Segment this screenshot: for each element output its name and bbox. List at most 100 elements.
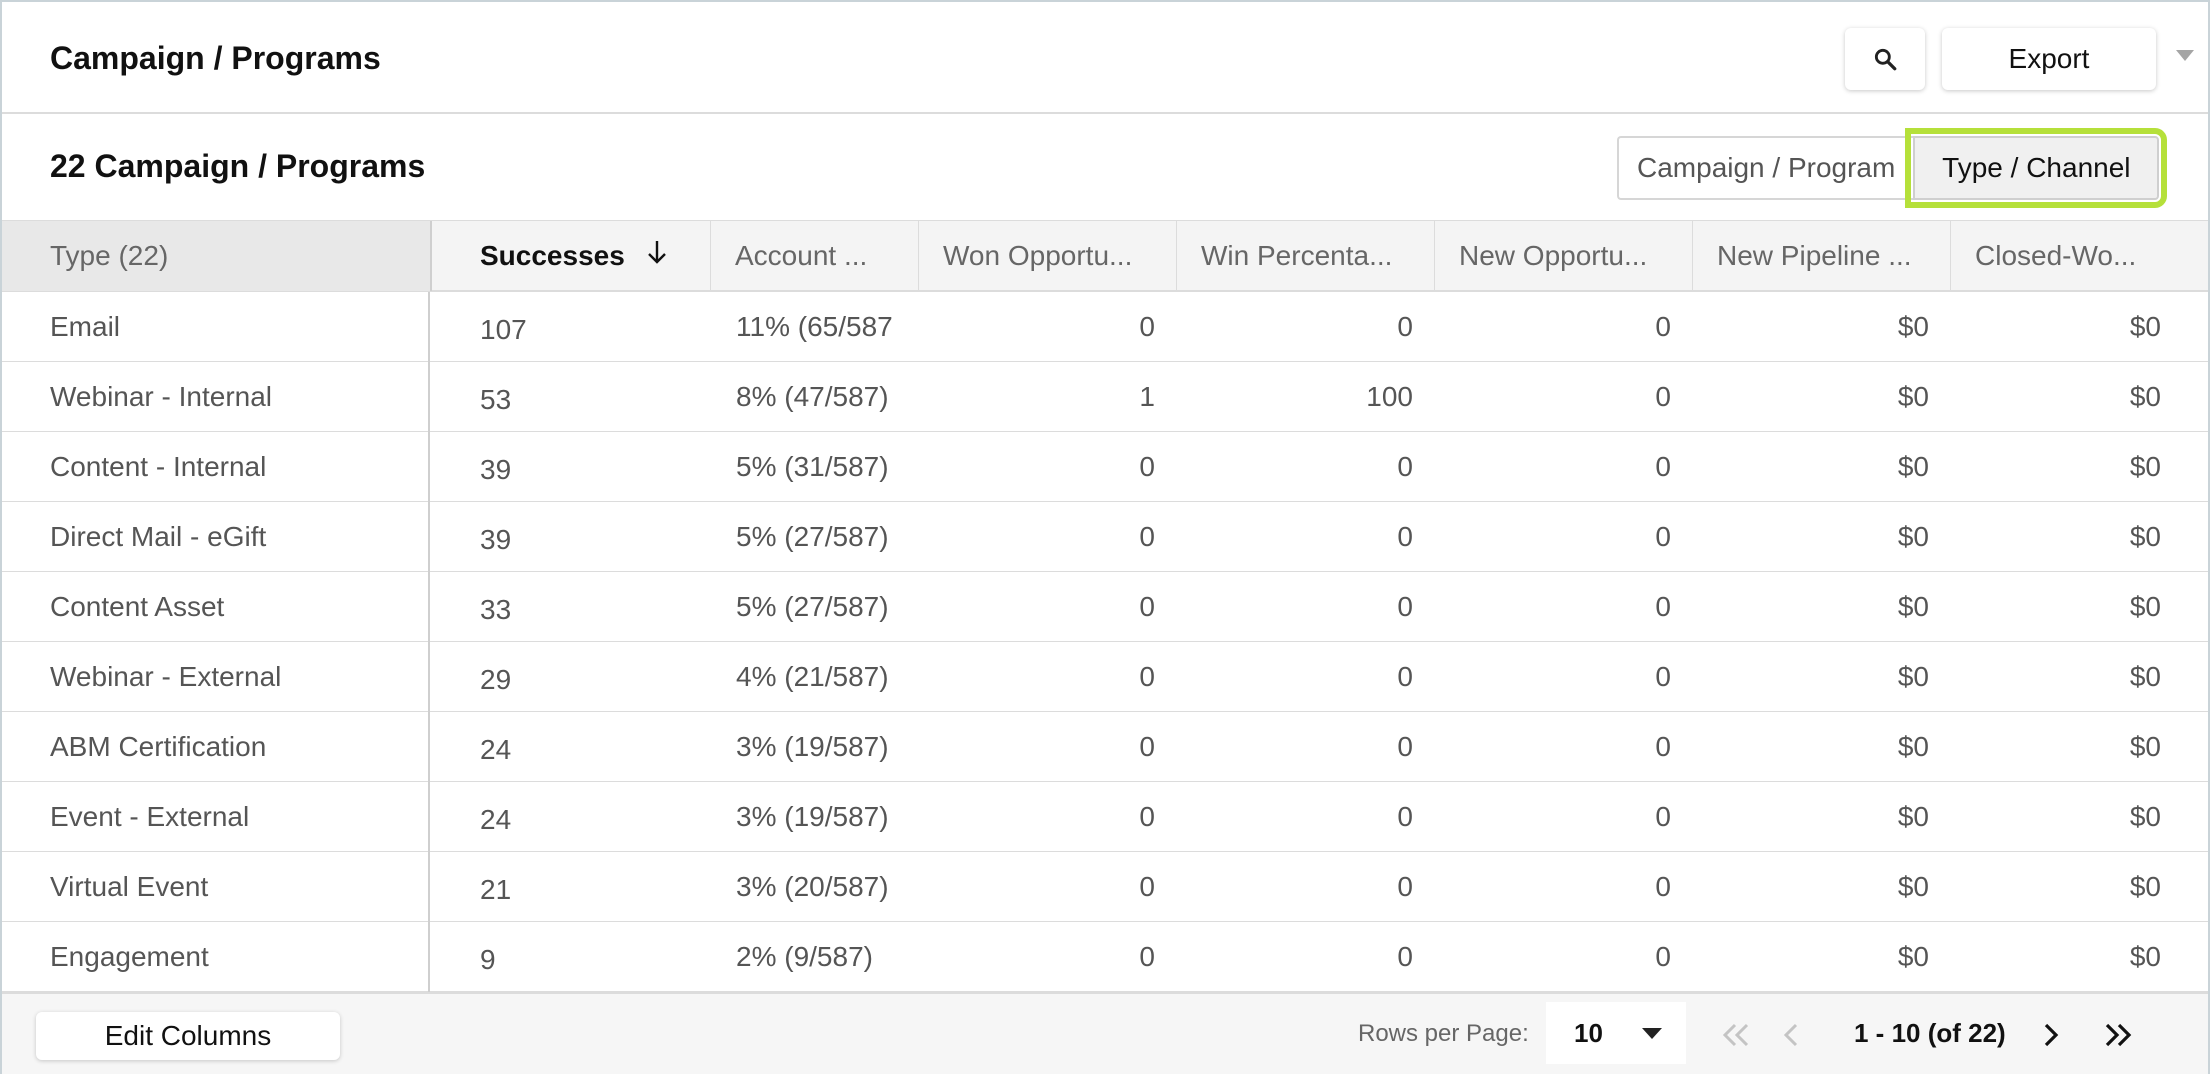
table-footer: Edit Columns Rows per Page: 10 1 - 10 (o… [2, 992, 2208, 1074]
table-row[interactable]: Webinar - External 29 4% (21/587) 0 0 0 $0 $0 [2, 642, 2208, 712]
view-toggle: Campaign / Program Type / Channel [1617, 128, 2168, 208]
cell-type: Content - Internal [2, 432, 430, 502]
cell-new-opportunities: 0 [1655, 591, 1671, 622]
cell-new-pipeline: $0 [1897, 941, 1929, 972]
column-header-new-opportunities[interactable]: New Opportu... [1435, 221, 1693, 291]
cell-new-opportunities: 0 [1655, 451, 1671, 482]
cell-win-percentage: 0 [1397, 941, 1413, 972]
cell-closed-won: $0 [2129, 661, 2161, 692]
chevron-down-icon [1642, 1028, 1662, 1039]
prev-page-icon[interactable] [1770, 1014, 1814, 1056]
table-row[interactable]: Direct Mail - eGift 39 5% (27/587) 0 0 0 $0 $0 [2, 502, 2208, 572]
chevron-down-icon[interactable] [2176, 50, 2194, 61]
cell-type: Webinar - External [2, 642, 430, 712]
cell-successes: 29 [480, 664, 512, 695]
cell-type: Webinar - Internal [2, 362, 430, 432]
cell-closed-won: $0 [2129, 451, 2161, 482]
cell-win-percentage: 0 [1397, 311, 1413, 342]
column-header-won-opportunities[interactable]: Won Opportu... [919, 221, 1177, 291]
rows-per-page-select[interactable]: 10 [1546, 1002, 1686, 1064]
column-header-successes[interactable]: Successes [432, 221, 711, 291]
table-row[interactable]: Event - External 24 3% (19/587) 0 0 0 $0 $0 [2, 782, 2208, 852]
cell-closed-won: $0 [2129, 731, 2161, 762]
cell-account-engagement: 5% (27/587) [736, 591, 889, 622]
cell-new-opportunities: 0 [1655, 731, 1671, 762]
toggle-type-channel[interactable]: Type / Channel [1905, 128, 2168, 208]
cell-new-opportunities: 0 [1655, 871, 1671, 902]
cell-type: Event - External [2, 782, 430, 852]
cell-win-percentage: 0 [1397, 661, 1413, 692]
table-row[interactable]: Virtual Event 21 3% (20/587) 0 0 0 $0 $0 [2, 852, 2208, 922]
edit-columns-button[interactable]: Edit Columns [36, 1012, 340, 1060]
search-icon [1874, 48, 1897, 71]
panel-header: Campaign / Programs Export [2, 2, 2208, 114]
cell-successes: 107 [480, 314, 527, 345]
table-row[interactable]: ABM Certification 24 3% (19/587) 0 0 0 $0 $0 [2, 712, 2208, 782]
column-header-win-percentage[interactable]: Win Percenta... [1177, 221, 1435, 291]
cell-closed-won: $0 [2129, 521, 2161, 552]
column-header-label: Successes [480, 240, 625, 271]
cell-won-opportunities: 0 [1139, 731, 1155, 762]
cell-type: Content Asset [2, 572, 430, 642]
table-row[interactable]: Content - Internal 39 5% (31/587) 0 0 0 $0 $0 [2, 432, 2208, 502]
cell-type: ABM Certification [2, 712, 430, 782]
cell-new-opportunities: 0 [1655, 311, 1671, 342]
cell-closed-won: $0 [2129, 591, 2161, 622]
cell-new-pipeline: $0 [1897, 871, 1929, 902]
cell-successes: 39 [480, 454, 512, 485]
cell-account-engagement: 3% (19/587) [736, 801, 889, 832]
column-header-closed-won[interactable]: Closed-Wo... [1951, 221, 2208, 291]
last-page-icon[interactable] [2096, 1014, 2140, 1056]
cell-account-engagement: 5% (27/587) [736, 521, 889, 552]
cell-closed-won: $0 [2129, 381, 2161, 412]
cell-new-pipeline: $0 [1897, 311, 1929, 342]
cell-won-opportunities: 0 [1139, 521, 1155, 552]
cell-account-engagement: 5% (31/587) [736, 451, 889, 482]
cell-new-pipeline: $0 [1897, 381, 1929, 412]
column-header-account[interactable]: Account ... [711, 221, 919, 291]
table-row[interactable]: Content Asset 33 5% (27/587) 0 0 0 $0 $0 [2, 572, 2208, 642]
report-panel: Campaign / Programs Export 22 Campaign /… [0, 0, 2210, 1074]
cell-new-opportunities: 0 [1655, 661, 1671, 692]
table-header: Type (22) Successes Account ... Won Oppo… [2, 220, 2208, 292]
column-header-type[interactable]: Type (22) [2, 221, 432, 291]
cell-successes: 33 [480, 594, 512, 625]
cell-type: Engagement [2, 922, 430, 992]
cell-win-percentage: 0 [1397, 451, 1413, 482]
cell-successes: 24 [480, 804, 512, 835]
cell-new-pipeline: $0 [1897, 451, 1929, 482]
cell-won-opportunities: 1 [1139, 381, 1155, 412]
cell-new-pipeline: $0 [1897, 801, 1929, 832]
cell-type: Direct Mail - eGift [2, 502, 430, 572]
cell-closed-won: $0 [2129, 801, 2161, 832]
cell-type: Email [2, 292, 430, 362]
cell-new-opportunities: 0 [1655, 801, 1671, 832]
cell-win-percentage: 0 [1397, 591, 1413, 622]
table-row[interactable]: Engagement 9 2% (9/587) 0 0 0 $0 $0 [2, 922, 2208, 992]
result-count-title: 22 Campaign / Programs [50, 148, 426, 184]
first-page-icon[interactable] [1714, 1014, 1758, 1056]
table-row[interactable]: Email 107 11% (65/587 0 0 0 $0 $0 [2, 292, 2208, 362]
arrow-down-icon[interactable] [645, 239, 669, 273]
rows-per-page-label: Rows per Page: [1358, 1020, 1529, 1047]
cell-successes: 39 [480, 524, 512, 555]
next-page-icon[interactable] [2028, 1014, 2072, 1056]
cell-new-pipeline: $0 [1897, 521, 1929, 552]
cell-account-engagement: 8% (47/587) [736, 381, 889, 412]
cell-new-pipeline: $0 [1897, 591, 1929, 622]
cell-new-opportunities: 0 [1655, 941, 1671, 972]
table-row[interactable]: Webinar - Internal 53 8% (47/587) 1 100 0 $0 $0 [2, 362, 2208, 432]
column-header-new-pipeline[interactable]: New Pipeline ... [1693, 221, 1951, 291]
cell-new-opportunities: 0 [1655, 521, 1671, 552]
cell-account-engagement: 11% (65/587 [736, 311, 893, 342]
cell-won-opportunities: 0 [1139, 311, 1155, 342]
search-button[interactable] [1845, 28, 1925, 90]
cell-closed-won: $0 [2129, 871, 2161, 902]
toggle-campaign-program[interactable]: Campaign / Program [1617, 136, 1914, 200]
pagination-range: 1 - 10 (of 22) [1854, 1018, 2006, 1048]
cell-successes: 24 [480, 734, 512, 765]
cell-won-opportunities: 0 [1139, 661, 1155, 692]
cell-won-opportunities: 0 [1139, 801, 1155, 832]
export-button[interactable]: Export [1942, 28, 2156, 90]
cell-won-opportunities: 0 [1139, 591, 1155, 622]
